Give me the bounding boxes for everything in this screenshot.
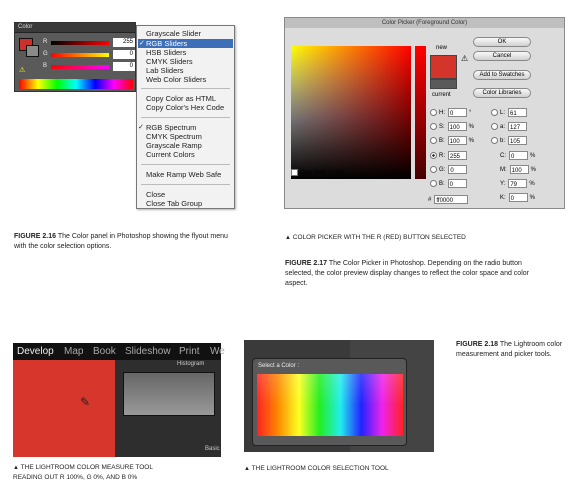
lightroom-develop-view: Develop Map Book Slideshow Print We ✎ Hi…	[13, 343, 225, 457]
spectrum-ramp[interactable]	[19, 79, 133, 89]
slider-value[interactable]: 255	[113, 38, 135, 47]
menu-item[interactable]: Grayscale Slider	[146, 29, 201, 38]
menu-item[interactable]: CMYK Spectrum	[146, 132, 202, 141]
menu-item[interactable]: CMYK Sliders	[146, 57, 193, 66]
field-c[interactable]: C: 0%	[500, 151, 535, 161]
lr-measure-caption: ▲ THE LIGHTROOM COLOR MEASURE TOOL READIN…	[13, 464, 153, 481]
field-b[interactable]: B: 100%	[430, 136, 474, 146]
menu-separator	[141, 184, 230, 185]
tab-develop[interactable]: Develop	[17, 346, 54, 357]
histogram-label: Histogram	[177, 361, 205, 367]
current-label: current	[432, 92, 451, 98]
menu-item[interactable]: Copy Color's Hex Code	[146, 103, 224, 112]
figure-caption-218: FIGURE 2.18 The Lightroom color measurem…	[456, 341, 563, 358]
menu-item-selected[interactable]: ✓ RGB Sliders	[138, 39, 233, 48]
menu-item[interactable]: Make Ramp Web Safe	[146, 170, 221, 179]
check-icon: ✓	[139, 40, 145, 47]
figure-caption-217: FIGURE 2.17 The Color Picker in Photosho…	[285, 260, 529, 287]
caption-number: FIGURE 2.16	[14, 233, 57, 240]
flyout-menu: Grayscale Slider ✓ RGB Sliders HSB Slider…	[136, 25, 235, 209]
figure-caption-216: FIGURE 2.16 The Color panel in Photoshop…	[14, 232, 242, 252]
slider-label: G	[43, 51, 48, 57]
field-m[interactable]: M: 100%	[500, 165, 536, 175]
slider-label: R	[43, 39, 48, 45]
menu-separator	[141, 164, 230, 165]
menu-item[interactable]: Lab Sliders	[146, 66, 184, 75]
menu-item[interactable]: Current Colors	[146, 150, 195, 159]
menu-item[interactable]: Close Tab Group	[146, 199, 202, 208]
ok-button[interactable]: OK	[473, 37, 531, 47]
field-k[interactable]: K: 0%	[500, 193, 535, 203]
basic-label[interactable]: Basic	[205, 446, 220, 452]
tab-web[interactable]: We	[210, 346, 225, 357]
menu-item[interactable]: HSB Sliders	[146, 48, 186, 57]
tab-book[interactable]: Book	[93, 346, 116, 357]
cancel-button[interactable]: Cancel	[473, 51, 531, 61]
menu-item[interactable]: Copy Color as HTML	[146, 94, 216, 103]
lightroom-color-selector: Select a Color :	[244, 340, 434, 452]
menu-separator	[141, 88, 230, 89]
color-gradient[interactable]	[257, 374, 403, 436]
color-libraries-button[interactable]: Color Libraries	[473, 88, 531, 98]
field-a[interactable]: a: 127	[491, 122, 528, 132]
menu-item[interactable]: Web Color Sliders	[146, 75, 206, 84]
color-field-overlay	[291, 46, 411, 179]
gamut-warning-icon[interactable]: ⚠	[19, 66, 25, 74]
histogram[interactable]	[123, 372, 215, 416]
hue-slider[interactable]	[415, 46, 426, 179]
red-image-area[interactable]: ✎	[13, 360, 115, 457]
histogram-panel: Histogram Basic	[115, 360, 221, 457]
select-color-popup: Select a Color :	[252, 358, 407, 446]
field-h[interactable]: H: 0 °	[430, 108, 471, 118]
slider-b[interactable]: B 0	[43, 62, 135, 72]
slider-value[interactable]: 0	[113, 62, 135, 71]
field-s[interactable]: S: 100%	[430, 122, 474, 132]
color-picker-dialog: Color Picker (Foreground Color) new curr…	[284, 17, 565, 209]
module-nav: Develop Map Book Slideshow Print We	[13, 343, 225, 360]
field-y[interactable]: Y: 79%	[500, 179, 535, 189]
tab-print[interactable]: Print	[179, 346, 200, 357]
panel-tab[interactable]: Color	[18, 24, 32, 30]
slider-label: B	[43, 63, 48, 69]
eyedropper-icon[interactable]: ✎	[80, 395, 90, 409]
slider-r[interactable]: R 255	[43, 38, 135, 48]
check-icon: ✓	[138, 124, 144, 131]
menu-item[interactable]: ✓ RGB Spectrum	[138, 123, 196, 132]
menu-separator	[141, 117, 230, 118]
field-blue[interactable]: B: 0	[430, 179, 469, 189]
menu-item[interactable]: Grayscale Ramp	[146, 141, 202, 150]
menu-item[interactable]: Close	[146, 190, 165, 199]
hex-field[interactable]: # ff0000	[428, 195, 469, 205]
add-to-swatches-button[interactable]: Add to Swatches	[473, 70, 531, 80]
dialog-title: Color Picker (Foreground Color)	[285, 18, 564, 28]
lr-selection-caption: ▲ THE LIGHTROOM COLOR SELECTION TOOL	[244, 465, 389, 472]
slider-value[interactable]: 0	[113, 50, 135, 59]
picker-subcaption: ▲ COLOR PICKER WITH THE R (RED) BUTTON S…	[285, 234, 466, 241]
slider-g[interactable]: G 0	[43, 50, 135, 60]
field-lab-b[interactable]: b: 105	[491, 136, 528, 146]
field-l[interactable]: L: 61	[491, 108, 528, 118]
color-panel: Color R 255 G 0 B 0 ⚠	[14, 22, 136, 92]
tab-slideshow[interactable]: Slideshow	[125, 346, 171, 357]
gamut-warning-icon[interactable]: ⚠	[461, 54, 468, 63]
field-r[interactable]: R: 255	[430, 151, 469, 161]
only-web-colors-checkbox[interactable]: Only Web Colors	[291, 168, 345, 178]
new-color-preview	[430, 55, 457, 79]
select-color-label: Select a Color :	[258, 363, 300, 369]
field-g[interactable]: G: 0	[430, 165, 469, 175]
current-color-preview[interactable]	[430, 79, 457, 89]
new-label: new	[436, 45, 448, 51]
tab-map[interactable]: Map	[64, 346, 83, 357]
background-swatch[interactable]	[26, 45, 39, 57]
